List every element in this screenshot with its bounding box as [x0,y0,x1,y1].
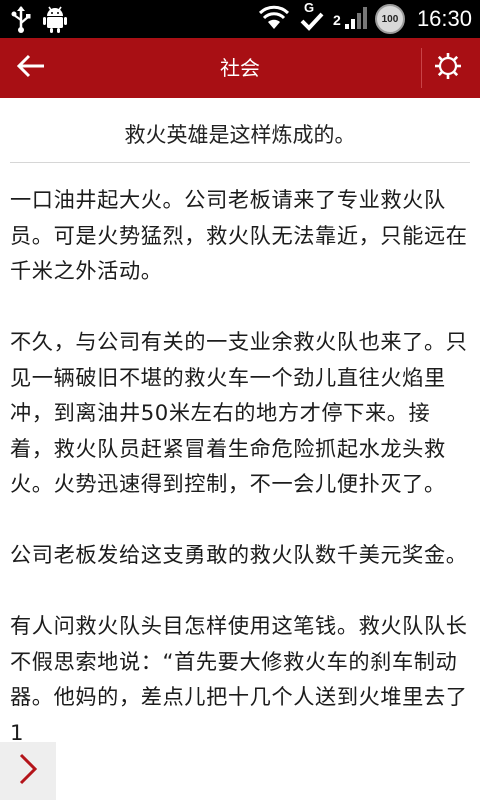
usb-icon [10,4,32,38]
signal-icon: 2 [333,2,367,36]
check-icon: G [299,0,325,36]
status-time: 16:30 [416,6,472,31]
status-left-icons [10,4,68,38]
back-button[interactable] [12,50,50,86]
network-type-label: G [303,0,315,15]
android-debug-icon [42,4,68,38]
title-divider [421,48,422,88]
status-bar: G 2 100 16:30 [0,0,480,38]
article-paragraph-4: 有人问救火队头目怎样使用这笔钱。救火队队长不假思索地说：“首先要大修救火车的刹车… [10,613,468,745]
page-title: 社会 [220,56,260,80]
chevron-right-icon [16,751,40,791]
article-content: 救火英雄是这样炼成的。 一口油井起大火。公司老板请来了专业救火队员。可是火势猛烈… [0,98,480,750]
status-right-icons: G 2 100 16:30 [257,0,472,38]
title-bar: 社会 [0,38,480,98]
article-title: 救火英雄是这样炼成的。 [124,123,356,147]
back-arrow-icon [16,54,46,82]
wifi-icon [257,3,291,35]
signal-label: 2 [332,12,341,28]
title-divider-line [10,162,470,163]
gear-icon [433,51,463,85]
article-paragraph-3: 公司老板发给这支勇敢的救火队数千美元奖金。 [10,542,468,567]
battery-icon: 100 [374,4,405,34]
next-page-button[interactable] [0,742,56,800]
article-paragraph-2: 不久，与公司有关的一支业余救火队也来了。只见一辆破旧不堪的救火车一个劲儿直往火焰… [10,329,468,496]
settings-button[interactable] [428,50,468,86]
article-paragraph-1: 一口油井起大火。公司老板请来了专业救火队员。可是火势猛烈，救火队无法靠近，只能远… [10,187,468,283]
